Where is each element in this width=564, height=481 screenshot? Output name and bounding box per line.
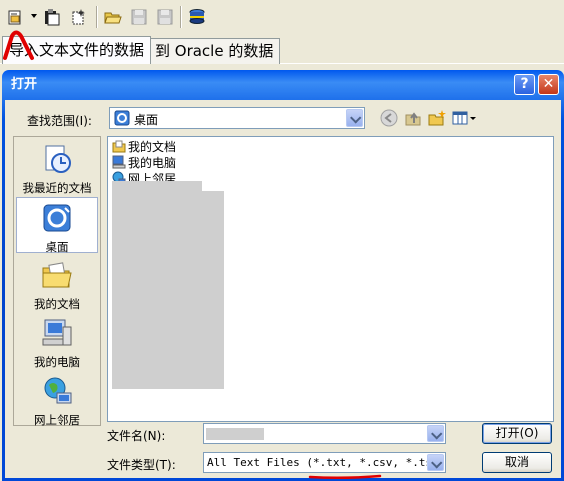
tab-oracle-data[interactable]: 到 Oracle 的数据 xyxy=(148,38,281,64)
open-document-icon[interactable] xyxy=(6,8,24,26)
chevron-down-icon[interactable] xyxy=(427,454,444,471)
filetype-value: All Text Files (*.txt, *.csv, *.tsv, xyxy=(207,456,446,469)
place-label: 网上邻居 xyxy=(34,413,80,427)
filetype-select[interactable]: All Text Files (*.txt, *.csv, *.tsv, xyxy=(203,452,446,473)
list-item-label: 我的电脑 xyxy=(128,156,177,170)
annotation-caret-icon xyxy=(3,30,34,60)
network-places-icon xyxy=(44,377,72,404)
up-folder-icon[interactable] xyxy=(403,108,423,128)
cancel-button[interactable]: 取消 xyxy=(482,452,552,473)
annotation-underline-icon xyxy=(308,474,382,480)
list-item-label: 我的文档 xyxy=(128,140,177,154)
app-tab-strip: 导入文本文件的数据 到 Oracle 的数据 xyxy=(0,36,564,64)
redacted-region xyxy=(112,191,224,389)
open-dialog: 打开 ? ✕ 查找范围(I): 桌面 我最近的文档 桌面 我的文档 我的电脑 网… xyxy=(2,70,564,481)
place-my-documents[interactable]: 我的文档 xyxy=(16,255,98,311)
look-in-value: 桌面 xyxy=(134,113,159,127)
place-label: 我的文档 xyxy=(34,297,80,311)
filename-label: 文件名(N): xyxy=(107,429,166,443)
list-item[interactable]: 我的电脑 xyxy=(112,155,176,171)
redacted-region xyxy=(206,428,264,440)
view-menu-icon[interactable] xyxy=(451,108,477,128)
my-documents-icon xyxy=(42,262,72,288)
place-network-places[interactable]: 网上邻居 xyxy=(16,371,98,427)
place-label: 我最近的文档 xyxy=(22,181,92,195)
filename-input[interactable] xyxy=(203,423,446,444)
dialog-title: 打开 xyxy=(11,77,38,92)
place-desktop[interactable]: 桌面 xyxy=(16,197,98,254)
dialog-titlebar[interactable]: 打开 ? ✕ xyxy=(5,70,561,100)
place-my-computer[interactable]: 我的电脑 xyxy=(16,313,98,369)
tab-label: 到 Oracle 的数据 xyxy=(155,42,274,60)
toolbar-separator xyxy=(96,6,98,28)
new-folder-icon[interactable] xyxy=(427,108,447,128)
look-in-label: 查找范围(I): xyxy=(27,114,92,128)
chevron-down-icon[interactable] xyxy=(346,109,363,127)
look-in-combo[interactable]: 桌面 xyxy=(109,107,365,129)
place-label: 桌面 xyxy=(45,240,69,254)
list-item[interactable]: 我的文档 xyxy=(112,139,176,155)
dropdown-arrow-icon[interactable] xyxy=(31,14,37,18)
app-toolbar xyxy=(0,0,564,36)
help-button[interactable]: ? xyxy=(514,74,535,95)
desktop-icon xyxy=(43,204,71,232)
paste-icon[interactable] xyxy=(43,8,61,26)
open-folder-icon[interactable] xyxy=(104,8,122,26)
my-computer-icon xyxy=(112,155,126,169)
dialog-body: 查找范围(I): 桌面 我最近的文档 桌面 我的文档 我的电脑 网上邻居 我的文… xyxy=(5,100,561,478)
chevron-down-icon[interactable] xyxy=(427,425,444,442)
filetype-label: 文件类型(T): xyxy=(107,458,176,472)
recent-documents-icon xyxy=(45,145,71,173)
new-page-icon[interactable] xyxy=(69,8,87,26)
redacted-region xyxy=(112,181,202,195)
desktop-icon xyxy=(114,110,130,126)
file-list[interactable]: 我的文档 我的电脑 网上邻居 xyxy=(107,136,554,422)
toolbar-separator xyxy=(180,6,182,28)
places-bar: 我最近的文档 桌面 我的文档 我的电脑 网上邻居 xyxy=(13,136,101,427)
open-button[interactable]: 打开(O) xyxy=(482,423,552,444)
my-documents-icon xyxy=(112,140,126,153)
place-recent-documents[interactable]: 我最近的文档 xyxy=(16,139,98,195)
my-computer-icon xyxy=(42,319,72,346)
place-label: 我的电脑 xyxy=(34,355,80,369)
save-icon[interactable] xyxy=(130,8,148,26)
back-arrow-icon[interactable] xyxy=(379,108,399,128)
close-button[interactable]: ✕ xyxy=(538,74,559,95)
database-icon[interactable] xyxy=(188,8,206,26)
save-all-icon[interactable] xyxy=(156,8,174,26)
